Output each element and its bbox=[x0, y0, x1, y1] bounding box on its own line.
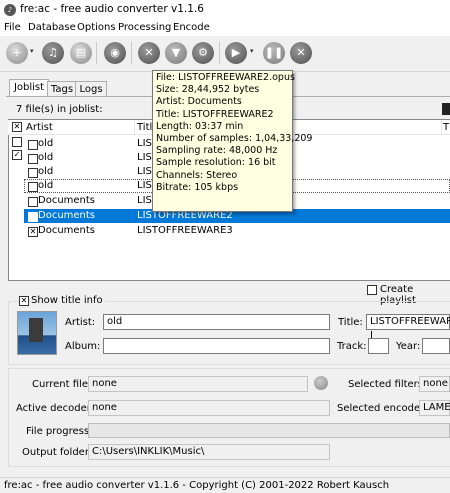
menu-file[interactable]: File bbox=[4, 22, 21, 33]
column-separator[interactable] bbox=[441, 120, 442, 134]
start-encoding-dropdown-icon[interactable]: ▾ bbox=[250, 47, 254, 55]
cddb-query-icon[interactable]: ◉ bbox=[104, 42, 126, 64]
tab-joblist[interactable]: Joblist bbox=[9, 79, 49, 97]
row-artist: Documents bbox=[38, 210, 96, 221]
tooltip-size: Size: 28,44,952 bytes bbox=[156, 84, 260, 96]
row-checkbox[interactable]: ✓ bbox=[12, 150, 22, 160]
table-row[interactable]: ✕ Documents LISTOFFREEWARE3 bbox=[24, 224, 450, 238]
menu-processing[interactable]: Processing bbox=[118, 22, 171, 33]
column-artist[interactable]: Artist bbox=[26, 122, 53, 133]
row-artist: Documents bbox=[38, 225, 96, 236]
row-checkbox[interactable]: ✕ bbox=[28, 227, 38, 237]
menu-encode[interactable]: Encode bbox=[173, 22, 210, 33]
tab-logs[interactable]: Logs bbox=[75, 81, 107, 97]
status-bar-text: fre:ac - free audio converter v1.1.6 - C… bbox=[4, 480, 390, 491]
start-encoding-icon[interactable]: ▶ bbox=[225, 42, 247, 64]
track-label: Track: bbox=[337, 341, 367, 352]
row-checkbox[interactable] bbox=[28, 182, 38, 192]
tooltip-sampling-rate: Sampling rate: 48,000 Hz bbox=[156, 145, 278, 157]
toolbar-separator bbox=[219, 42, 220, 64]
toolbar-separator bbox=[96, 42, 97, 64]
row-checkbox[interactable] bbox=[28, 154, 38, 164]
active-decoder-field: none bbox=[88, 400, 330, 416]
output-folder-field: C:\Users\INKLIK\Music\ bbox=[88, 444, 330, 460]
add-files-dropdown-icon[interactable]: ▾ bbox=[30, 47, 34, 55]
selected-encoder-field: LAME bbox=[419, 400, 450, 416]
file-info-icon[interactable] bbox=[314, 376, 328, 390]
window-title: fre:ac - free audio converter v1.1.6 bbox=[20, 3, 204, 15]
row-checkbox[interactable] bbox=[28, 212, 38, 222]
album-field[interactable] bbox=[103, 338, 330, 354]
title-field[interactable]: LISTOFFREEWARE I bbox=[366, 314, 450, 341]
title-info-group bbox=[8, 301, 450, 365]
add-files-icon[interactable]: + bbox=[6, 42, 28, 64]
filter-icon[interactable]: ▼ bbox=[165, 42, 187, 64]
file-progress-label: File progress: bbox=[26, 426, 93, 437]
select-all-checkbox[interactable]: ✕ bbox=[12, 122, 22, 132]
tooltip-sample-resolution: Sample resolution: 16 bit bbox=[156, 157, 276, 169]
column-track[interactable]: T bbox=[443, 122, 449, 133]
selected-filters-label: Selected filters: bbox=[348, 379, 427, 390]
menu-options[interactable]: Options bbox=[77, 22, 116, 33]
show-title-info-label: Show title info bbox=[31, 295, 105, 306]
year-field[interactable] bbox=[422, 338, 450, 354]
row-artist: old bbox=[38, 166, 54, 177]
active-decoder-label: Active decoder: bbox=[16, 403, 95, 414]
year-label: Year: bbox=[396, 341, 421, 352]
track-field[interactable] bbox=[368, 338, 389, 354]
toolbar-separator bbox=[131, 42, 132, 64]
row-checkbox[interactable] bbox=[12, 137, 22, 147]
tooltip-title: Title: LISTOFFREEWARE2 bbox=[156, 108, 274, 120]
tooltip-file: File: LISTOFFREEWARE2.opus bbox=[156, 72, 295, 83]
row-checkbox[interactable] bbox=[28, 168, 38, 178]
settings-icon[interactable]: ⚙ bbox=[192, 42, 214, 64]
cover-art-tower bbox=[29, 318, 43, 342]
add-cd-icon[interactable]: ♫ bbox=[42, 42, 64, 64]
joblist-count: 7 file(s) in joblist: bbox=[16, 104, 103, 115]
file-progress-bar bbox=[88, 423, 450, 438]
current-file-field: none bbox=[88, 376, 308, 392]
tooltip-channels: Channels: Stereo bbox=[156, 169, 238, 181]
remove-icon[interactable]: ✕ bbox=[138, 42, 160, 64]
show-title-info-checkbox[interactable]: ✕ bbox=[19, 296, 29, 306]
tooltip-samples: Number of samples: 1,04,33,209 bbox=[156, 133, 313, 145]
tab-tags[interactable]: Tags bbox=[47, 81, 77, 97]
artist-label: Artist: bbox=[65, 317, 96, 328]
create-playlist-checkbox[interactable] bbox=[367, 285, 377, 295]
row-artist: old bbox=[38, 138, 54, 149]
row-artist: Documents bbox=[38, 195, 96, 206]
menu-database[interactable]: Database bbox=[28, 22, 76, 33]
output-folder-label: Output folder: bbox=[22, 447, 93, 458]
app-logo-icon: ♪ bbox=[4, 4, 16, 16]
pause-icon[interactable]: ❚❚ bbox=[263, 42, 285, 64]
title-label: Title: bbox=[338, 317, 363, 328]
stop-icon[interactable]: ✕ bbox=[290, 42, 312, 64]
row-checkbox[interactable] bbox=[28, 197, 38, 207]
selected-filters-field: none bbox=[419, 376, 450, 392]
row-checkbox[interactable] bbox=[28, 140, 38, 150]
file-info-tooltip: File: LISTOFFREEWARE2.opus Size: 28,44,9… bbox=[152, 70, 313, 212]
row-title: LISTOFFREEWARE3 bbox=[137, 225, 233, 236]
tooltip-length: Length: 03:37 min bbox=[156, 120, 244, 132]
current-file-label: Current file: bbox=[32, 379, 92, 390]
row-artist: old bbox=[38, 180, 54, 191]
column-separator[interactable] bbox=[134, 120, 135, 134]
add-folder-icon[interactable]: ▤ bbox=[70, 42, 92, 64]
album-label: Album: bbox=[65, 341, 101, 352]
tooltip-artist: Artist: Documents bbox=[156, 96, 242, 108]
selected-encoder-label: Selected encoder: bbox=[337, 403, 428, 414]
tooltip-bitrate: Bitrate: 105 kbps bbox=[156, 181, 239, 193]
artist-field[interactable]: old bbox=[103, 314, 330, 330]
joblist-scroll-arrow-icon[interactable] bbox=[442, 103, 450, 115]
row-artist: old bbox=[38, 152, 54, 163]
